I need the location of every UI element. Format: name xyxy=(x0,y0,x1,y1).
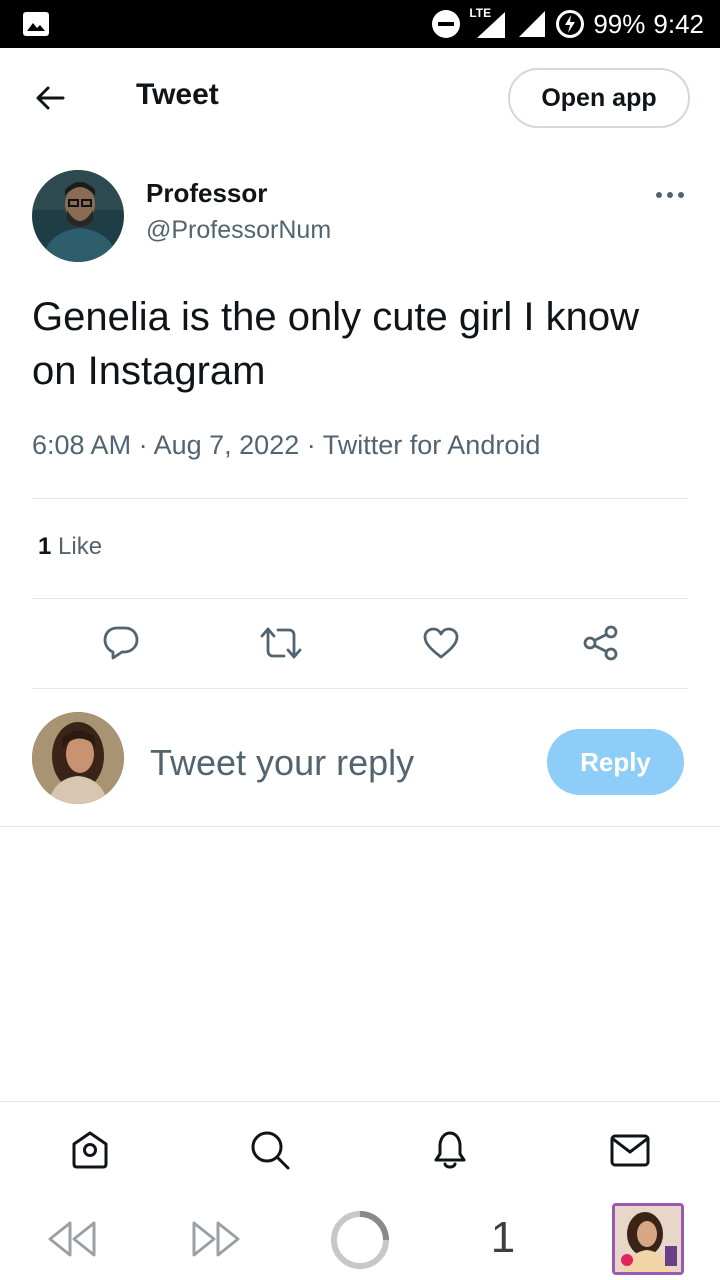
browser-forward-button[interactable] xyxy=(188,1214,244,1264)
reply-button[interactable]: Reply xyxy=(547,729,684,795)
more-icon xyxy=(656,192,684,198)
reply-action-button[interactable] xyxy=(96,620,146,666)
user-avatar-image xyxy=(32,712,124,804)
clock: 9:42 xyxy=(653,8,704,39)
divider xyxy=(32,688,688,689)
meta-separator: · xyxy=(306,430,316,460)
back-button[interactable] xyxy=(30,78,70,118)
tweet-text: Genelia is the only cute girl I know on … xyxy=(32,295,639,393)
signal-icon xyxy=(519,11,546,37)
tab-count: 1 xyxy=(490,1213,516,1262)
tweet-date[interactable]: Aug 7, 2022 xyxy=(154,430,300,460)
battery-saver-icon xyxy=(556,10,585,38)
likes-count-link[interactable]: 1 Like xyxy=(38,533,102,561)
like-action-button[interactable] xyxy=(416,620,466,666)
header: Tweet Open app xyxy=(0,48,720,144)
fast-forward-icon xyxy=(192,1221,240,1257)
user-avatar[interactable] xyxy=(32,712,124,804)
status-bar: LTE 99% 9:42 xyxy=(0,0,720,48)
browser-reload-button[interactable] xyxy=(328,1208,392,1272)
image-notification-icon xyxy=(23,12,49,36)
author-handle[interactable]: @ProfessorNum xyxy=(146,216,331,245)
bottom-nav xyxy=(0,1102,720,1198)
messages-icon xyxy=(610,1134,650,1167)
lte-signal-icon: LTE xyxy=(469,6,507,40)
like-count: 1 xyxy=(38,533,52,560)
back-arrow-icon xyxy=(36,86,65,110)
search-icon xyxy=(251,1131,290,1170)
nav-home[interactable] xyxy=(66,1126,114,1174)
author-avatar[interactable] xyxy=(32,170,124,262)
home-icon xyxy=(72,1131,108,1169)
heart-icon xyxy=(423,627,459,659)
divider xyxy=(32,598,688,599)
page-title: Tweet xyxy=(136,78,219,111)
divider xyxy=(0,826,720,827)
meta-separator: · xyxy=(138,430,148,460)
nav-search[interactable] xyxy=(246,1126,294,1174)
like-label: Like xyxy=(58,533,103,560)
browser-back-button[interactable] xyxy=(44,1214,100,1264)
reply-icon xyxy=(103,626,139,660)
loading-spinner-icon xyxy=(331,1211,389,1269)
rewind-icon xyxy=(48,1221,96,1257)
author-name[interactable]: Professor xyxy=(146,178,267,209)
browser-toolbar: 1 xyxy=(0,1198,720,1280)
reply-input[interactable] xyxy=(150,736,520,790)
tweet-source[interactable]: Twitter for Android xyxy=(323,430,541,460)
open-app-button[interactable]: Open app xyxy=(508,68,690,128)
divider xyxy=(32,498,688,499)
retweet-action-button[interactable] xyxy=(256,620,306,666)
retweet-icon xyxy=(260,627,302,659)
tweet-actions xyxy=(32,612,688,674)
tweet-time[interactable]: 6:08 AM xyxy=(32,430,131,460)
tab-thumbnail-image xyxy=(615,1206,681,1272)
nav-messages[interactable] xyxy=(606,1126,654,1174)
nav-notifications[interactable] xyxy=(426,1126,474,1174)
share-action-button[interactable] xyxy=(576,620,626,666)
tabs-count-button[interactable]: 1 xyxy=(478,1208,528,1268)
battery-percent: 99% xyxy=(593,8,646,39)
tweet-meta: 6:08 AM · Aug 7, 2022 · Twitter for Andr… xyxy=(32,430,540,461)
more-options-button[interactable] xyxy=(652,180,688,210)
author-avatar-image xyxy=(32,170,124,262)
do-not-disturb-icon xyxy=(432,10,461,38)
tab-thumbnail[interactable] xyxy=(612,1203,684,1275)
share-icon xyxy=(583,625,618,661)
notifications-icon xyxy=(434,1131,466,1169)
